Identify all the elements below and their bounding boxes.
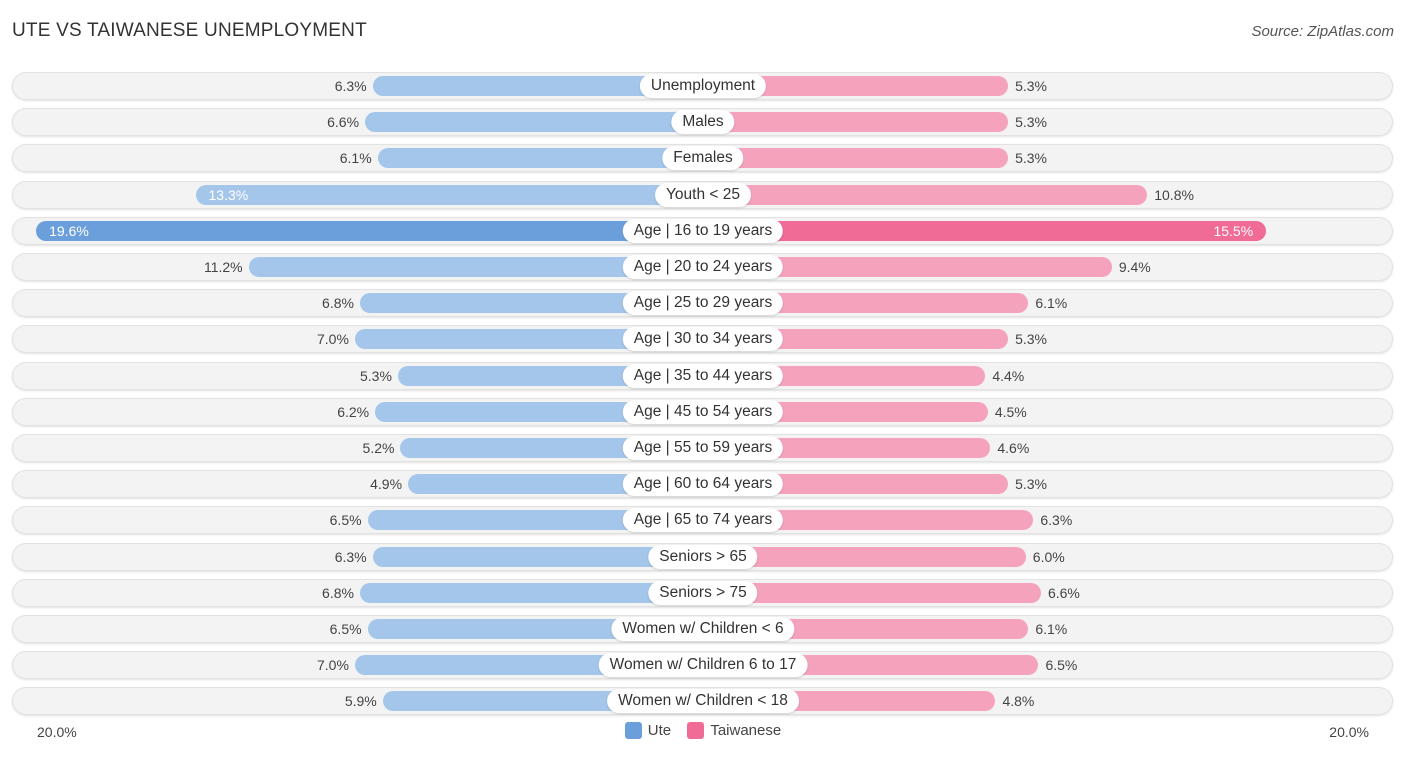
category-label: Women w/ Children < 6 [611, 617, 795, 641]
value-label-ute: 6.5% [329, 512, 362, 528]
legend-swatch-taiwanese [687, 722, 705, 739]
value-label-ute: 6.6% [327, 114, 360, 130]
category-label: Age | 30 to 34 years [622, 327, 784, 351]
value-label-ute: 13.3% [208, 187, 249, 203]
value-label-ute: 6.3% [334, 78, 367, 94]
legend-swatch-ute [624, 722, 642, 739]
value-label-ute: 11.2% [203, 259, 243, 275]
value-label-ute: 7.0% [316, 331, 349, 347]
value-label-taiwanese: 5.3% [1015, 114, 1047, 130]
value-label-taiwanese: 4.8% [1002, 693, 1035, 709]
bar-taiwanese[interactable] [703, 185, 1148, 205]
value-label-taiwanese: 5.3% [1015, 476, 1047, 492]
legend-item-taiwanese[interactable]: Taiwanese [687, 722, 781, 739]
bar-ute[interactable] [377, 148, 703, 168]
value-label-ute: 6.8% [322, 295, 354, 311]
diverging-bar-chart: 6.3% 5.3% Unemployment 6.6% 5.3% Males 6.1% 5.3… [0, 0, 1406, 757]
value-label-taiwanese: 6.5% [1045, 657, 1078, 673]
category-label: Age | 55 to 59 years [622, 436, 784, 460]
bar-ute[interactable] [195, 185, 703, 205]
value-label-ute: 4.9% [370, 476, 403, 492]
value-label-ute: 19.6% [49, 223, 89, 239]
value-label-taiwanese: 15.5% [1213, 223, 1254, 239]
category-label: Women w/ Children < 18 [607, 689, 799, 713]
value-label-ute: 5.2% [362, 440, 395, 456]
category-label: Seniors > 65 [648, 545, 758, 569]
bar-ute[interactable] [365, 112, 703, 132]
value-label-ute: 6.5% [329, 621, 362, 637]
category-label: Age | 65 to 74 years [622, 508, 784, 532]
value-label-taiwanese: 6.3% [1040, 512, 1073, 528]
value-label-taiwanese: 5.3% [1015, 150, 1047, 166]
value-label-taiwanese: 6.6% [1047, 585, 1080, 601]
category-label: Age | 20 to 24 years [622, 255, 784, 279]
value-label-ute: 6.8% [322, 585, 354, 601]
bar-taiwanese[interactable] [703, 148, 1009, 168]
value-label-taiwanese: 5.3% [1015, 78, 1047, 94]
value-label-taiwanese: 5.3% [1015, 331, 1047, 347]
value-label-ute: 6.2% [337, 404, 370, 420]
category-label: Age | 25 to 29 years [622, 291, 784, 315]
value-label-ute: 5.9% [344, 693, 377, 709]
category-label: Females [662, 146, 744, 170]
value-label-ute: 6.3% [334, 549, 367, 565]
value-label-taiwanese: 10.8% [1154, 187, 1194, 203]
legend-label-ute: Ute [647, 722, 672, 739]
value-label-taiwanese: 6.0% [1032, 549, 1065, 565]
bar-taiwanese[interactable] [703, 112, 1009, 132]
value-label-taiwanese: 9.4% [1118, 259, 1151, 275]
category-label: Seniors > 75 [648, 581, 758, 605]
bar-ute[interactable] [36, 221, 703, 241]
value-label-taiwanese: 4.6% [997, 440, 1030, 456]
legend: Ute Taiwanese [0, 722, 1406, 743]
value-label-ute: 6.1% [339, 150, 372, 166]
category-label: Unemployment [639, 74, 767, 98]
value-label-taiwanese: 6.1% [1035, 295, 1068, 311]
category-label: Age | 60 to 64 years [622, 472, 784, 496]
category-label: Age | 45 to 54 years [622, 400, 784, 424]
value-label-taiwanese: 4.5% [994, 404, 1027, 420]
value-label-taiwanese: 4.4% [992, 368, 1025, 384]
category-label: Age | 16 to 19 years [622, 219, 784, 243]
category-label: Youth < 25 [655, 183, 751, 207]
category-label: Women w/ Children 6 to 17 [598, 653, 808, 677]
category-label: Males [671, 110, 735, 134]
value-label-taiwanese: 6.1% [1035, 621, 1068, 637]
category-label: Age | 35 to 44 years [622, 364, 784, 388]
value-label-ute: 5.3% [360, 368, 392, 384]
legend-label-taiwanese: Taiwanese [710, 722, 782, 739]
bar-taiwanese[interactable] [703, 221, 1267, 241]
legend-item-ute[interactable]: Ute [624, 722, 672, 739]
value-label-ute: 7.0% [316, 657, 349, 673]
